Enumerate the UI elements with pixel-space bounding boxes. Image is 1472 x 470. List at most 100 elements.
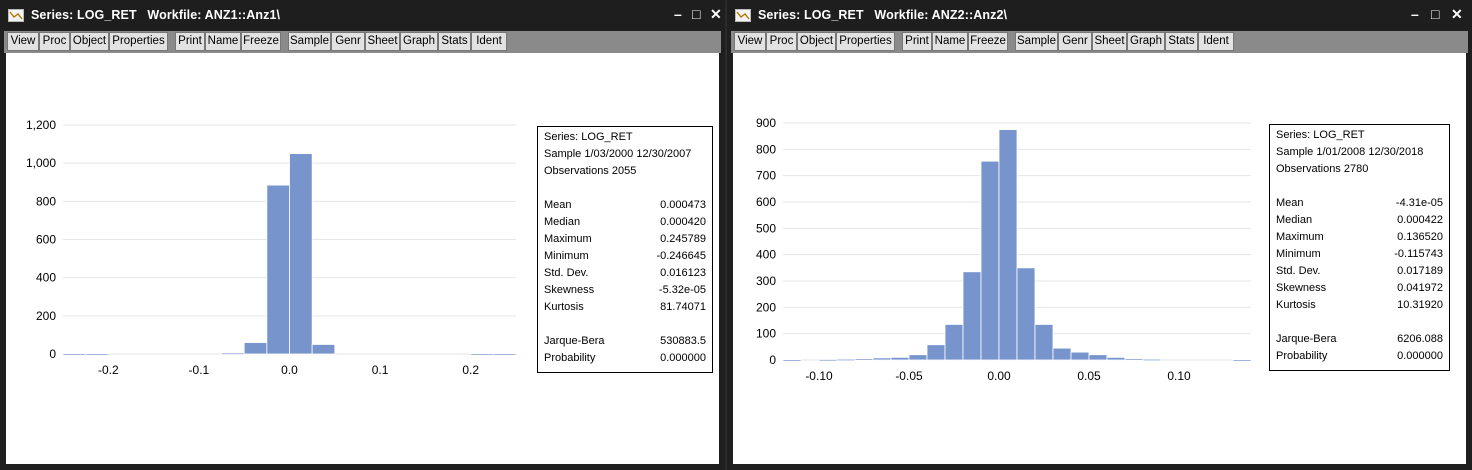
toolbar: View Proc Object Properties Print Name F… — [731, 31, 1468, 53]
stat-row-std-dev: Std. Dev. 0.017189 — [1276, 265, 1443, 277]
histogram-bar — [266, 184, 290, 355]
descriptive-stats-box: Series: LOG_RET Sample 1/03/2000 12/30/2… — [537, 126, 713, 373]
y-tick-label: 400 — [36, 271, 56, 285]
histogram-bar — [998, 129, 1018, 361]
proc-button[interactable]: Proc — [39, 32, 70, 51]
freeze-button[interactable]: Freeze — [968, 32, 1008, 51]
histogram-bar — [62, 353, 87, 356]
x-tick-label: 0.05 — [1077, 369, 1101, 383]
x-tick-label: 0.2 — [462, 363, 479, 377]
graph-button[interactable]: Graph — [1127, 32, 1165, 51]
proc-button[interactable]: Proc — [766, 32, 797, 51]
y-tick-label: 500 — [756, 221, 776, 235]
histogram-bar — [1034, 324, 1054, 361]
stat-row-median: Median 0.000422 — [1276, 214, 1443, 226]
stat-row-maximum: Maximum 0.245789 — [544, 233, 706, 245]
minimize-icon[interactable]: – — [1411, 6, 1419, 22]
close-icon[interactable]: ✕ — [710, 6, 722, 22]
sample-button[interactable]: Sample — [288, 32, 331, 51]
y-tick-label: 1,200 — [26, 118, 56, 132]
histogram-bar — [1106, 356, 1126, 361]
histogram-bar — [1088, 354, 1108, 361]
properties-button[interactable]: Properties — [109, 32, 168, 51]
y-tick-label: 700 — [756, 169, 776, 183]
x-tick-label: -0.1 — [189, 363, 210, 377]
genr-button[interactable]: Genr — [1058, 32, 1092, 51]
minimize-icon[interactable]: – — [674, 6, 682, 22]
graph-button[interactable]: Graph — [400, 32, 438, 51]
histogram-bar — [944, 324, 964, 361]
graph-view[interactable]: 0 200 400 600 800 1,000 1,200 -0.2 -0.1 0.0 0.1 0.2… — [6, 53, 719, 464]
histogram-bar — [836, 358, 856, 362]
y-tick-label: 0 — [769, 353, 776, 367]
title-bar[interactable]: Series: LOG_RET Workfile: ANZ2::Anz2\ – … — [727, 0, 1472, 30]
close-icon[interactable]: ✕ — [1451, 6, 1463, 22]
stat-row-probability: Probability 0.000000 — [544, 352, 706, 364]
graph-view[interactable]: 0 100 200 300 400 500 600 700 800 900 -0.10 -0.05 0.… — [733, 53, 1466, 464]
stat-row-kurtosis: Kurtosis 81.74071 — [544, 301, 706, 313]
maximize-icon[interactable]: □ — [1431, 6, 1439, 22]
histogram-bar — [782, 359, 802, 362]
stats-observations: Observations 2055 — [544, 165, 637, 177]
histogram-bar — [890, 356, 910, 361]
y-tick-label: 800 — [36, 194, 56, 208]
object-button[interactable]: Object — [797, 32, 836, 51]
x-tick-label: -0.2 — [98, 363, 119, 377]
object-button[interactable]: Object — [70, 32, 109, 51]
histogram-bar — [1232, 359, 1252, 362]
stat-row-maximum: Maximum 0.136520 — [1276, 231, 1443, 243]
sheet-button[interactable]: Sheet — [365, 32, 400, 51]
ident-button[interactable]: Ident — [471, 32, 507, 51]
sheet-button[interactable]: Sheet — [1092, 32, 1127, 51]
view-button[interactable]: View — [734, 32, 766, 51]
ident-button[interactable]: Ident — [1198, 32, 1234, 51]
stats-button[interactable]: Stats — [438, 32, 471, 51]
y-tick-label: 400 — [756, 248, 776, 262]
histogram-bar — [1070, 351, 1090, 361]
properties-button[interactable]: Properties — [836, 32, 895, 51]
series-window-anz2[interactable]: Series: LOG_RET Workfile: ANZ2::Anz2\ – … — [727, 0, 1472, 470]
histogram-bar — [243, 342, 268, 355]
histogram-bar — [1016, 267, 1036, 361]
series-icon — [735, 9, 751, 22]
histogram-bar — [1142, 358, 1162, 362]
name-button[interactable]: Name — [205, 32, 241, 51]
maximize-icon[interactable]: □ — [692, 6, 700, 22]
title-bar[interactable]: Series: LOG_RET Workfile: ANZ1::Anz1\ – … — [0, 0, 725, 30]
print-button[interactable]: Print — [175, 32, 205, 51]
stat-row-kurtosis: Kurtosis 10.31920 — [1276, 299, 1443, 311]
y-tick-label: 600 — [756, 195, 776, 209]
window-title: Series: LOG_RET Workfile: ANZ2::Anz2\ — [758, 8, 1008, 22]
histogram-bar — [1052, 347, 1072, 361]
y-tick-label: 300 — [756, 274, 776, 288]
stats-observations: Observations 2780 — [1276, 163, 1369, 175]
view-button[interactable]: View — [7, 32, 39, 51]
stat-row-jarque-bera: Jarque-Bera 530883.5 — [544, 335, 706, 347]
stats-series-name: Series: LOG_RET — [1276, 129, 1365, 141]
histogram-bar — [818, 359, 838, 362]
y-tick-label: 900 — [756, 116, 776, 130]
stat-row-skewness: Skewness 0.041972 — [1276, 282, 1443, 294]
stats-button[interactable]: Stats — [1165, 32, 1198, 51]
window-title: Series: LOG_RET Workfile: ANZ1::Anz1\ — [31, 8, 281, 22]
stat-row-mean: Mean -4.31e-05 — [1276, 197, 1443, 209]
histogram-bar — [980, 160, 1000, 361]
y-tick-label: 200 — [36, 309, 56, 323]
histogram-bar — [854, 358, 874, 361]
histogram-bar — [1124, 358, 1144, 361]
toolbar: View Proc Object Properties Print Name F… — [4, 31, 721, 53]
sample-button[interactable]: Sample — [1015, 32, 1058, 51]
y-tick-label: 800 — [756, 142, 776, 156]
stat-row-skewness: Skewness -5.32e-05 — [544, 284, 706, 296]
histogram-bar — [470, 353, 494, 356]
y-tick-label: 100 — [756, 327, 776, 341]
genr-button[interactable]: Genr — [331, 32, 365, 51]
print-button[interactable]: Print — [902, 32, 932, 51]
histogram-bar — [962, 271, 982, 361]
name-button[interactable]: Name — [932, 32, 968, 51]
freeze-button[interactable]: Freeze — [241, 32, 281, 51]
histogram-bar — [85, 353, 109, 356]
series-window-anz1[interactable]: Series: LOG_RET Workfile: ANZ1::Anz1\ – … — [0, 0, 725, 470]
y-tick-label: 0 — [49, 347, 56, 361]
x-tick-label: 0.1 — [372, 363, 389, 377]
